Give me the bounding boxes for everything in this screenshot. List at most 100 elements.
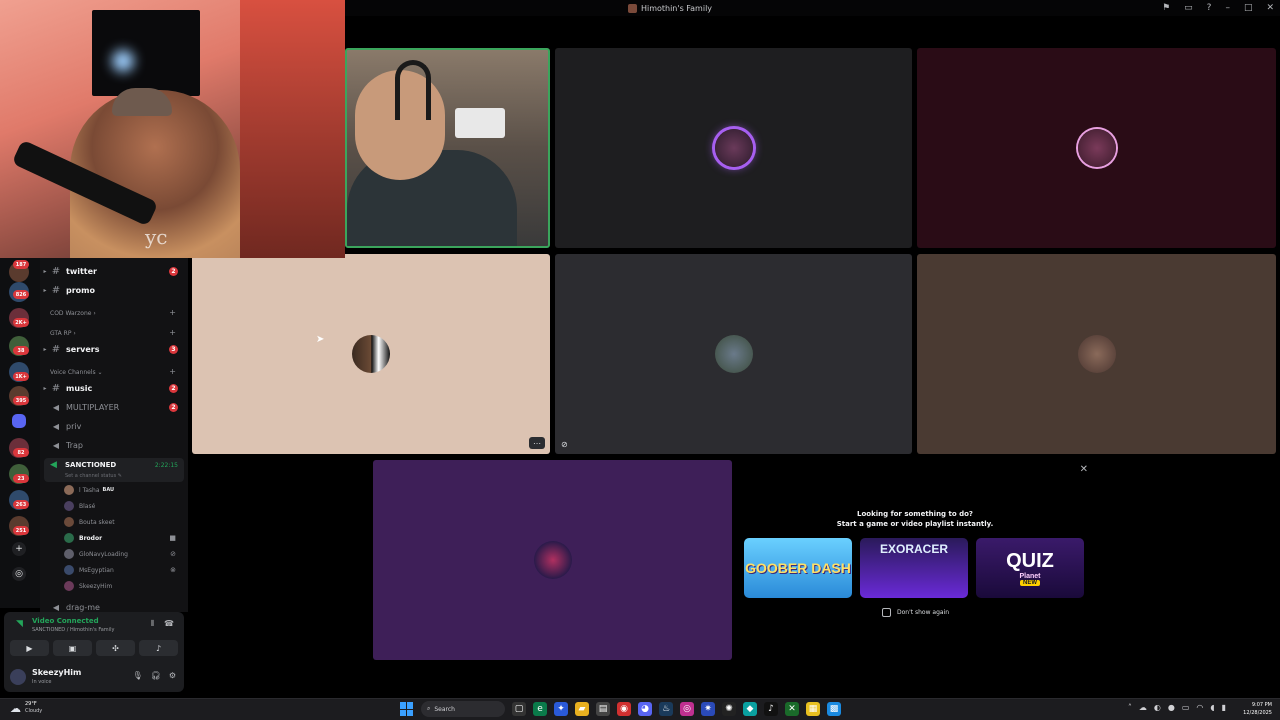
activity-suggestions: ✕ Looking for something to do? Start a g… <box>736 460 1094 660</box>
chevron-up-icon[interactable]: ˄ <box>1128 703 1132 712</box>
dont-show-again-checkbox[interactable]: Don't show again <box>882 608 949 617</box>
folder-icon[interactable] <box>12 414 26 428</box>
minimize-icon[interactable]: – <box>1225 3 1230 13</box>
category-cod-warzone[interactable]: COD Warzone › <box>50 310 96 317</box>
start-button[interactable] <box>400 702 414 716</box>
game-title: GOOBER DASH <box>745 560 851 576</box>
server-badge: 23 <box>13 474 29 483</box>
screen-share-button[interactable]: ▣ <box>53 640 92 656</box>
channel-twitter[interactable]: ▸ # twitter 2 <box>40 262 188 280</box>
add-server-icon[interactable]: + <box>12 542 26 556</box>
hash-icon: # <box>51 382 61 394</box>
clock[interactable]: 9:07 PM 12/28/2025 <box>1243 701 1272 717</box>
voice-user[interactable]: l Tasha BAU <box>64 482 184 498</box>
taskbar-search[interactable]: ⌕ Search <box>421 701 505 717</box>
battery-icon[interactable]: ▮ <box>1222 703 1226 712</box>
voice-user[interactable]: GloNavyLoading ⊘ <box>64 546 184 562</box>
channel-status-input[interactable]: Set a channel status ✎ <box>65 473 122 479</box>
add-channel-icon[interactable]: + <box>169 308 176 317</box>
channel-label: music <box>66 383 93 393</box>
game-card-goober-dash[interactable]: GOOBER DASH <box>744 538 852 598</box>
game-title: QUIZ <box>1006 550 1054 572</box>
checkbox-icon <box>882 608 891 617</box>
add-channel-icon[interactable]: + <box>169 328 176 337</box>
title-bar-buttons: ⚑ ▭ ? – □ ✕ <box>1162 0 1274 16</box>
wifi-icon[interactable]: ◠ <box>1196 703 1203 712</box>
openai-icon[interactable]: ✺ <box>722 702 736 716</box>
participant-tile[interactable] <box>917 48 1276 248</box>
inbox-icon[interactable]: ▭ <box>1184 3 1193 13</box>
channel-promo[interactable]: ▸ # promo <box>40 281 188 299</box>
voice-user[interactable]: Bouta skeet <box>64 514 184 530</box>
channel-priv[interactable]: ◀ priv <box>40 417 188 435</box>
participant-tile[interactable]: ⋯ <box>192 254 550 454</box>
cloud-icon: ☁ <box>10 701 21 715</box>
mention-badge: 2 <box>169 266 178 276</box>
activities-button[interactable]: ✣ <box>96 640 135 656</box>
participant-tile[interactable]: ⊘ <box>555 254 912 454</box>
flag-icon[interactable]: ⚑ <box>1162 3 1170 13</box>
store-icon[interactable]: ▤ <box>596 702 610 716</box>
help-icon[interactable]: ? <box>1207 3 1212 13</box>
app-icon[interactable]: ▩ <box>827 702 841 716</box>
app-icon[interactable]: ◆ <box>743 702 757 716</box>
channel-trap[interactable]: ◀ Trap <box>40 436 188 454</box>
volume-icon[interactable]: ◖ <box>1210 703 1214 712</box>
sticky-notes-icon[interactable]: ▦ <box>806 702 820 716</box>
category-voice-channels[interactable]: Voice Channels ⌄ <box>50 369 103 376</box>
copilot-icon[interactable]: ✦ <box>554 702 568 716</box>
avatar[interactable] <box>10 669 26 685</box>
avatar <box>1077 335 1116 373</box>
more-options-button[interactable]: ⋯ <box>529 437 545 449</box>
participant-tile[interactable] <box>373 460 732 660</box>
channel-multiplayer[interactable]: ◀ MULTIPLAYER 2 <box>40 398 188 416</box>
close-icon[interactable]: ✕ <box>1080 464 1088 475</box>
add-channel-icon[interactable]: + <box>169 367 176 376</box>
gear-icon[interactable]: ⚙ <box>169 671 176 680</box>
file-explorer-icon[interactable]: ▰ <box>575 702 589 716</box>
participant-tile[interactable] <box>555 48 912 248</box>
soundboard-button[interactable]: ♪ <box>139 640 178 656</box>
noise-suppression-icon[interactable]: ⦀ <box>151 619 155 629</box>
instagram-icon[interactable]: ◎ <box>680 702 694 716</box>
camera-off-icon: ⊘ <box>561 440 568 449</box>
network-icon[interactable]: ◐ <box>1154 703 1161 712</box>
voice-location[interactable]: SANCTIONED / Himothin's Family <box>32 627 114 633</box>
maximize-icon[interactable]: □ <box>1244 3 1253 13</box>
microphone-icon[interactable]: 🎙︎ <box>133 671 143 680</box>
voice-user-name: MsEgyptian <box>79 566 114 574</box>
camera-toggle-button[interactable]: ▶ <box>10 640 49 656</box>
close-icon[interactable]: ✕ <box>1266 3 1274 13</box>
participant-tile[interactable] <box>917 254 1276 454</box>
battlenet-icon[interactable]: ✷ <box>701 702 715 716</box>
category-gta-rp[interactable]: GTA RP › <box>50 330 76 337</box>
edge-icon[interactable]: e <box>533 702 547 716</box>
discover-icon[interactable]: ◎ <box>12 567 26 581</box>
mic-icon[interactable]: ● <box>1168 703 1175 712</box>
voice-user[interactable]: SkeezyHim <box>64 578 184 594</box>
chrome-icon[interactable]: ◉ <box>617 702 631 716</box>
voice-user[interactable]: Brodor ■ <box>64 530 184 546</box>
tiktok-icon[interactable]: ♪ <box>764 702 778 716</box>
game-card-quiz-planet[interactable]: QUIZ Planet NEW <box>976 538 1084 598</box>
xbox-icon[interactable]: ✕ <box>785 702 799 716</box>
server-badge: 263 <box>13 500 29 509</box>
onedrive-icon[interactable]: ☁ <box>1139 703 1147 712</box>
disconnect-icon[interactable]: ☎ <box>164 619 174 629</box>
channel-status-placeholder: Set a channel status <box>65 473 117 479</box>
weather-widget[interactable]: ☁ 29°F Cloudy <box>10 701 42 715</box>
voice-user[interactable]: MsEgyptian ⊗ <box>64 562 184 578</box>
headphones-icon[interactable]: 🎧︎ <box>151 671 161 680</box>
display-icon[interactable]: ▭ <box>1182 703 1190 712</box>
channel-servers[interactable]: ▸ # servers 3 <box>40 340 188 358</box>
channel-sanctioned-active[interactable]: ◀ SANCTIONED 2:22:15 Set a channel statu… <box>44 458 184 482</box>
task-view-icon[interactable]: ▢ <box>512 702 526 716</box>
game-card-exoracer[interactable]: EXORACER <box>860 538 968 598</box>
channel-drag-me[interactable]: ◀ drag-me <box>40 598 188 612</box>
channel-music[interactable]: ▸ # music 2 <box>40 379 188 397</box>
voice-user[interactable]: Blasé <box>64 498 184 514</box>
xbox-icon: ⊗ <box>170 566 176 574</box>
discord-icon[interactable]: ◕ <box>638 702 652 716</box>
participant-video-speaking[interactable] <box>345 48 550 248</box>
steam-icon[interactable]: ♨ <box>659 702 673 716</box>
